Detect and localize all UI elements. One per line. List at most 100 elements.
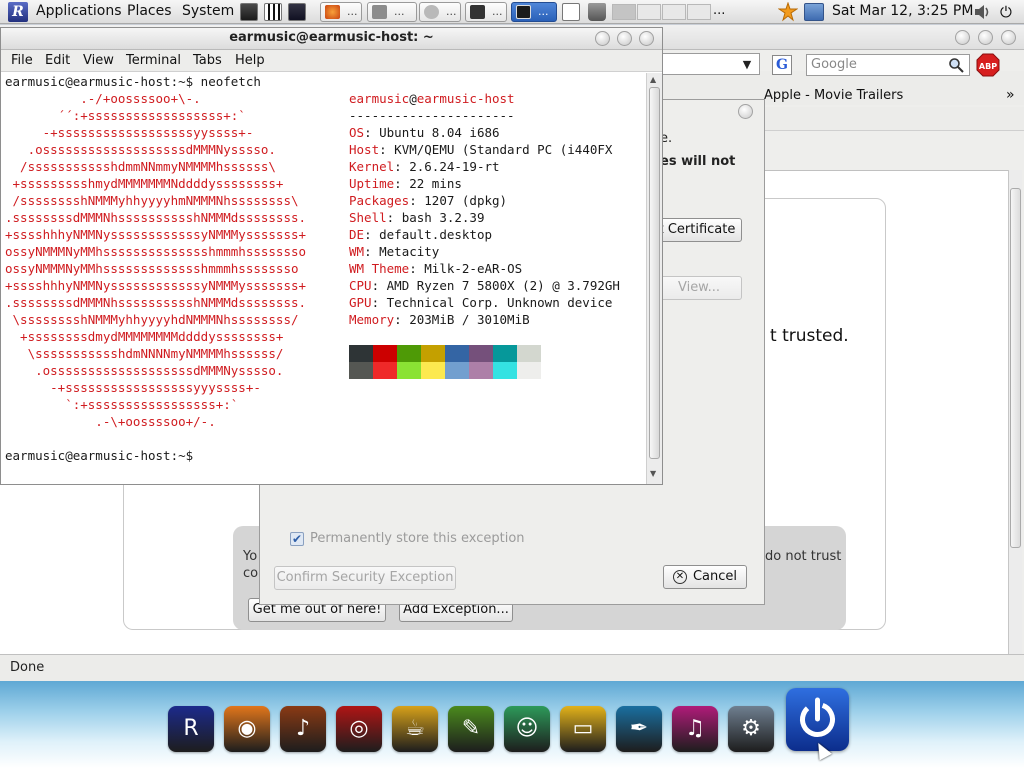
menu-view[interactable]: View [83, 53, 114, 68]
sysinfo-key: Shell [349, 210, 387, 225]
workspace-1[interactable] [612, 4, 636, 20]
search-input[interactable]: Google [806, 54, 970, 76]
scroll-thumb[interactable] [1010, 188, 1021, 548]
power-menu-icon[interactable]: ⏻ [1000, 3, 1012, 21]
color-swatch [493, 362, 517, 379]
sysinfo-line: WM: Metacity [349, 243, 439, 260]
ear-os-logo-icon[interactable]: R [168, 706, 214, 752]
menu-edit[interactable]: Edit [45, 53, 70, 68]
color-swatch [373, 345, 397, 362]
confirm-security-exception-button[interactable]: Confirm Security Exception [274, 566, 456, 590]
view-certificate-button[interactable]: View... [656, 276, 742, 300]
sysinfo-value: 1207 (dpkg) [424, 193, 508, 208]
workspace-3[interactable] [662, 4, 686, 20]
bookmark-apple-movie-trailers[interactable]: Apple - Movie Trailers [764, 88, 903, 103]
piano-launcher-icon[interactable] [264, 3, 282, 21]
top-panel: R Applications Places System ... ... ...… [0, 0, 1024, 24]
minimize-button[interactable] [595, 31, 610, 46]
menu-terminal[interactable]: Terminal [126, 53, 181, 68]
close-button[interactable] [639, 31, 654, 46]
ascii-logo-line: .osssssssssssssssssssdMMMNysssso. [5, 142, 276, 157]
page-scrollbar[interactable] [1008, 170, 1022, 654]
sysinfo-key: DE [349, 227, 365, 242]
maximize-button[interactable] [617, 31, 632, 46]
menu-file[interactable]: File [11, 53, 33, 68]
sysinfo-key: Packages [349, 193, 410, 208]
sysinfo-key: OS [349, 125, 365, 140]
sysinfo-line: Shell: bash 3.2.39 [349, 209, 485, 226]
task-cloud[interactable]: ... [419, 2, 461, 22]
terminal-menubar: File Edit View Terminal Tabs Help [1, 50, 662, 72]
ascii-logo-line: ´´:+ssssssssssssssssss+:` [5, 108, 246, 123]
sysinfo-separator: : [364, 227, 380, 242]
bookmarks-more-button[interactable]: » [1006, 87, 1015, 103]
task-settings[interactable]: ... [367, 2, 417, 22]
color-swatch [517, 345, 541, 362]
terminal-scrollbar[interactable]: ▲ ▼ [646, 73, 662, 484]
task-firefox[interactable]: ... [320, 2, 362, 22]
task-terminal-active[interactable]: ... [511, 2, 557, 22]
color-swatch [421, 345, 445, 362]
workspace-2[interactable] [637, 4, 661, 20]
get-certificate-button[interactable]: t Certificate [652, 218, 742, 242]
ascii-logo-line: ossyNMMMNyMMhssssssssssssshmmmhssssssso [5, 261, 299, 276]
sysinfo-separator: : [394, 176, 410, 191]
color-swatch [373, 362, 397, 379]
menu-places[interactable]: Places [127, 3, 172, 19]
clock[interactable]: Sat Mar 12, 3:25 PM [832, 3, 973, 19]
search-icon[interactable] [948, 57, 964, 73]
system-settings-icon[interactable]: ⚙ [728, 706, 774, 752]
volume-icon[interactable] [973, 3, 993, 21]
permanently-store-checkbox[interactable]: ✔ [290, 532, 304, 546]
scroll-up-icon[interactable]: ▲ [650, 75, 656, 84]
ascii-logo-line: `:+sssssssssssssssss+:` [5, 397, 239, 412]
menu-tabs[interactable]: Tabs [193, 53, 222, 68]
music-launcher-icon[interactable] [288, 3, 306, 21]
minimize-button[interactable] [955, 30, 970, 45]
office-icon[interactable]: ▭ [560, 706, 606, 752]
task-label: ... [446, 5, 457, 18]
sysinfo-separator: : [394, 159, 410, 174]
drawing-icon[interactable]: ✒ [616, 706, 662, 752]
scroll-thumb[interactable] [649, 87, 660, 459]
url-history-dropdown-icon[interactable]: ▼ [738, 56, 756, 74]
host-name: earmusic-host [416, 91, 515, 106]
task-terminal[interactable]: ... [465, 2, 507, 22]
sysinfo-value: 2.6.24-19-rt [409, 159, 500, 174]
ear-os-logo-icon[interactable]: R [8, 2, 28, 22]
terminal-output[interactable]: earmusic@earmusic-host:~$ neofetch earmu… [1, 73, 646, 484]
ascii-logo-line: .ssssssssdMMMNhsssssssssshNMMMdssssssss. [5, 210, 307, 225]
network-icon[interactable] [804, 3, 824, 21]
menu-applications[interactable]: Applications [36, 3, 122, 19]
firefox-icon[interactable]: ◉ [224, 706, 270, 752]
ascii-logo-line: .-\+oossssoo+/-. [5, 414, 216, 429]
update-notifier-icon[interactable] [777, 1, 799, 22]
dialog-close-button[interactable] [738, 104, 753, 119]
itunes-icon[interactable]: ♫ [672, 706, 718, 752]
cancel-button[interactable]: ✕ Cancel [663, 565, 747, 589]
sysinfo-line: Kernel: 2.6.24-19-rt [349, 158, 500, 175]
menu-system[interactable]: System [182, 3, 234, 19]
maximize-button[interactable] [978, 30, 993, 45]
permanently-store-label: Permanently store this exception [310, 531, 525, 546]
coffee-icon[interactable]: ☕ [392, 706, 438, 752]
search-engine-icon[interactable]: G [772, 55, 792, 75]
menu-help[interactable]: Help [235, 53, 265, 68]
scroll-down-icon[interactable]: ▼ [650, 469, 656, 478]
trash-icon[interactable] [588, 3, 606, 21]
cloud-icon [424, 5, 439, 19]
close-button[interactable] [1001, 30, 1016, 45]
workspace-more[interactable]: ... [713, 3, 725, 18]
show-desktop-icon[interactable] [562, 3, 580, 21]
messenger-icon[interactable]: ☺ [504, 706, 550, 752]
terminal-launcher-icon[interactable] [240, 3, 258, 21]
ascii-logo-line: \sssssssshNMMMyhhyyyyhdNMMMNhssssssss/ [5, 312, 299, 327]
terminal-titlebar[interactable]: earmusic@earmusic-host: ~ [1, 28, 662, 50]
music-player-icon[interactable]: ◎ [336, 706, 382, 752]
workspace-4[interactable] [687, 4, 711, 20]
image-editor-icon[interactable]: ✎ [448, 706, 494, 752]
adblock-plus-icon[interactable]: ABP [976, 53, 1000, 77]
sysinfo-separator: : [371, 295, 387, 310]
power-icon[interactable] [786, 688, 849, 751]
guitar-icon[interactable]: ♪ [280, 706, 326, 752]
